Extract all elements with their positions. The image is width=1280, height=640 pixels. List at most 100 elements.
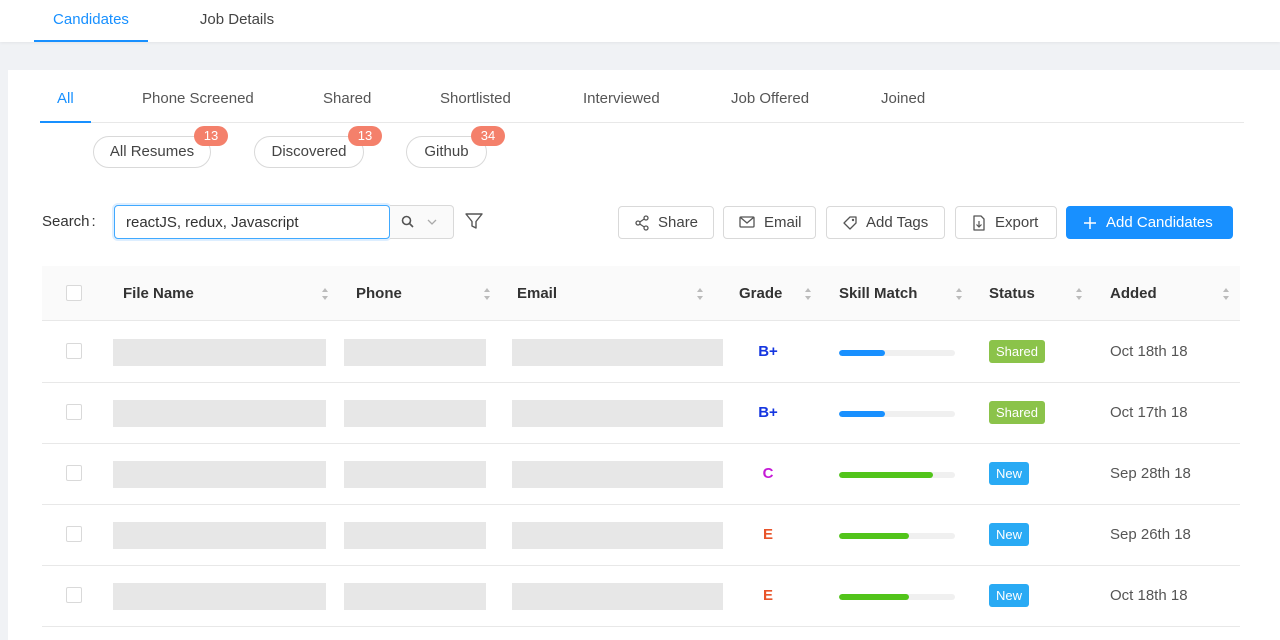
skill-match-bar: [839, 533, 955, 539]
column-email[interactable]: Email: [517, 285, 557, 302]
email-button[interactable]: Email: [723, 206, 816, 239]
tab-candidates[interactable]: Candidates: [34, 0, 148, 42]
added-date: Oct 18th 18: [1110, 587, 1188, 604]
email-label: Email: [764, 214, 802, 231]
skill-match-fill: [839, 533, 909, 539]
candidates-card: All Phone Screened Shared Shortlisted In…: [8, 70, 1280, 640]
row-checkbox[interactable]: [66, 465, 82, 481]
skill-match-fill: [839, 472, 933, 478]
status-badge: New: [989, 584, 1030, 607]
sort-icon[interactable]: [1075, 287, 1083, 301]
column-status[interactable]: Status: [989, 285, 1035, 302]
row-checkbox[interactable]: [66, 343, 82, 359]
file-name-placeholder: [113, 400, 326, 427]
grade: C: [762, 465, 774, 482]
add-tags-label: Add Tags: [866, 214, 929, 231]
tab-interviewed[interactable]: Interviewed: [583, 90, 660, 107]
search-icon: [401, 215, 414, 228]
sort-icon[interactable]: [483, 287, 491, 301]
column-file-name[interactable]: File Name: [123, 285, 194, 302]
tab-shared[interactable]: Shared: [323, 90, 371, 107]
active-tab-indicator: [40, 121, 91, 123]
phone-placeholder: [344, 461, 486, 488]
grade: E: [762, 526, 773, 543]
tab-job-offered[interactable]: Job Offered: [731, 90, 809, 107]
added-date: Oct 17th 18: [1110, 404, 1188, 421]
table-row[interactable]: C New Sep 28th 18: [42, 444, 1240, 505]
share-label: Share: [658, 214, 699, 231]
source-label: All Resumes: [109, 143, 195, 160]
filter-icon[interactable]: [464, 211, 484, 231]
sort-icon[interactable]: [1222, 287, 1230, 301]
status-badge: New: [989, 462, 1030, 485]
added-date: Sep 28th 18: [1110, 465, 1191, 482]
skill-match-fill: [839, 350, 886, 356]
phone-placeholder: [344, 400, 486, 427]
status-badge: Shared: [989, 340, 1045, 363]
file-name-placeholder: [113, 583, 326, 610]
mail-icon: [739, 216, 755, 228]
source-label: Github: [424, 143, 469, 160]
count-badge: 13: [348, 126, 382, 146]
status-tabs: All Phone Screened Shared Shortlisted In…: [40, 70, 1244, 123]
phone-placeholder: [344, 522, 486, 549]
phone-placeholder: [344, 339, 486, 366]
search-input[interactable]: [114, 205, 390, 239]
chevron-down-icon: [427, 219, 437, 225]
email-placeholder: [512, 400, 723, 427]
sort-icon[interactable]: [696, 287, 704, 301]
count-badge: 13: [194, 126, 228, 146]
source-all-resumes[interactable]: All Resumes 13: [93, 126, 228, 168]
file-name-placeholder: [113, 522, 326, 549]
skill-match-bar: [839, 594, 955, 600]
skill-match-bar: [839, 472, 955, 478]
select-all-checkbox[interactable]: [66, 285, 82, 301]
column-grade[interactable]: Grade: [739, 285, 782, 302]
added-date: Oct 18th 18: [1110, 343, 1188, 360]
plus-icon: [1084, 217, 1096, 229]
share-button[interactable]: Share: [618, 206, 714, 239]
skill-match-fill: [839, 411, 886, 417]
table-row[interactable]: B+ Shared Oct 17th 18: [42, 383, 1240, 444]
grade: E: [762, 587, 773, 604]
column-skill-match[interactable]: Skill Match: [839, 285, 917, 302]
email-placeholder: [512, 339, 723, 366]
added-date: Sep 26th 18: [1110, 526, 1191, 543]
skill-match-bar: [839, 350, 955, 356]
search-label: Search:: [42, 213, 96, 230]
column-added[interactable]: Added: [1110, 285, 1157, 302]
sort-icon[interactable]: [804, 287, 812, 301]
tab-shortlisted[interactable]: Shortlisted: [440, 90, 511, 107]
add-tags-button[interactable]: Add Tags: [826, 206, 945, 239]
add-candidates-button[interactable]: Add Candidates: [1066, 206, 1233, 239]
tag-icon: [843, 216, 857, 230]
table-header: File Name Phone Email Grade Skill Match …: [42, 266, 1240, 321]
source-discovered[interactable]: Discovered 13: [254, 126, 382, 168]
tab-job-details[interactable]: Job Details: [186, 0, 288, 42]
row-checkbox[interactable]: [66, 526, 82, 542]
source-label: Discovered: [271, 143, 347, 160]
skill-match-fill: [839, 594, 909, 600]
tab-joined[interactable]: Joined: [881, 90, 925, 107]
export-button[interactable]: Export: [955, 206, 1057, 239]
sort-icon[interactable]: [955, 287, 963, 301]
email-placeholder: [512, 461, 723, 488]
sort-icon[interactable]: [321, 287, 329, 301]
tab-all[interactable]: All: [57, 90, 74, 107]
skill-match-bar: [839, 411, 955, 417]
tab-phone-screened[interactable]: Phone Screened: [142, 90, 254, 107]
row-checkbox[interactable]: [66, 587, 82, 603]
table-row[interactable]: E New Oct 18th 18: [42, 566, 1240, 627]
column-phone[interactable]: Phone: [356, 285, 402, 302]
share-icon: [635, 215, 649, 231]
status-badge: New: [989, 523, 1030, 546]
source-github[interactable]: Github 34: [406, 126, 505, 168]
status-badge: Shared: [989, 401, 1045, 424]
row-checkbox[interactable]: [66, 404, 82, 420]
top-tab-bar: Candidates Job Details: [0, 0, 1280, 42]
table-row[interactable]: B+ Shared Oct 18th 18: [42, 322, 1240, 383]
table-row[interactable]: E New Sep 26th 18: [42, 505, 1240, 566]
export-label: Export: [995, 214, 1039, 231]
search-button[interactable]: [390, 205, 454, 239]
grade: B+: [758, 343, 778, 360]
